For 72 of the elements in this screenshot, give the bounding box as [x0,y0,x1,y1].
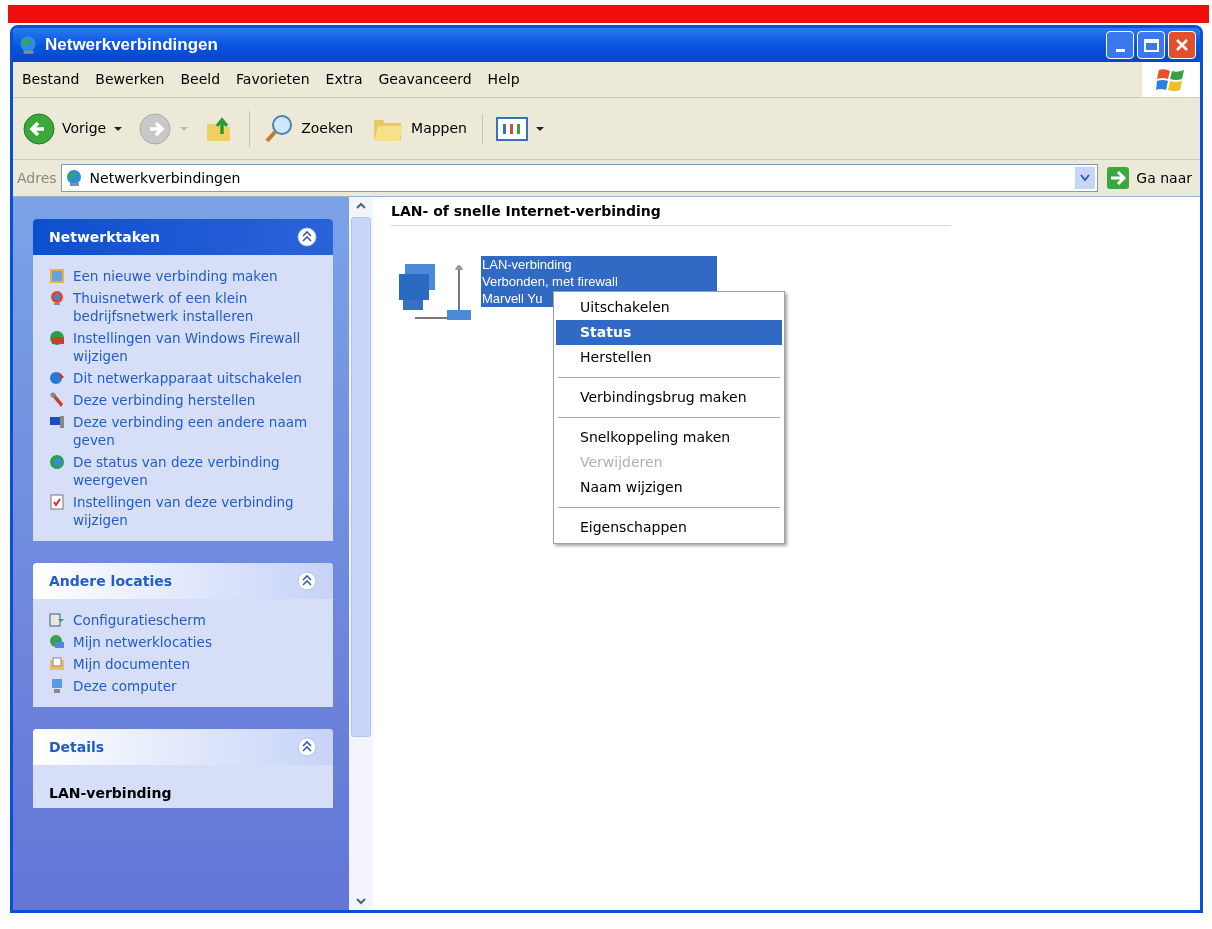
menu-item[interactable]: Beeld [173,69,228,90]
panel-header[interactable]: Netwerktaken [33,219,333,255]
context-menu-item[interactable]: Herstellen [556,345,782,370]
task-link[interactable]: Thuisnetwerk of een klein bedrijfsnetwerk installeren [73,289,317,325]
task-link[interactable]: Instellingen van deze verbinding wijzigen [73,493,317,529]
address-value: Netwerkverbindingen [89,168,241,188]
network-device-icon [49,370,65,386]
panel-header[interactable]: Details [33,729,333,765]
connection-text: Marvell Yu [482,290,543,307]
document-check-icon [49,494,65,510]
context-menu-item[interactable]: Eigenschappen [556,515,782,540]
group-heading: LAN- of snelle Internet-verbinding [391,201,951,226]
globe-icon [49,454,65,470]
menu-item[interactable]: Favorieten [229,69,317,90]
context-menu-item[interactable]: Snelkoppeling maken [556,425,782,450]
maximize-button[interactable] [1137,31,1165,59]
folders-button[interactable]: Mappen [368,111,470,146]
address-field[interactable]: Netwerkverbindingen [60,164,1099,192]
context-menu-item[interactable]: Naam wijzigen [556,475,782,500]
task-link[interactable]: Mijn documenten [73,655,190,673]
connection-text: LAN-verbinding [482,256,572,273]
task-link[interactable]: Dit netwerkapparaat uitschakelen [73,369,302,387]
menu-item[interactable]: Bestand [15,69,87,90]
close-button[interactable] [1168,31,1196,59]
context-menu-item[interactable]: Verbindingsbrug maken [556,385,782,410]
connection-text: Verbonden, met firewall [482,273,618,290]
views-icon [496,115,528,142]
monitor-icon [49,414,65,430]
panel-title: Andere locaties [49,571,173,591]
task-link[interactable]: De status van deze verbinding weergeven [73,453,317,489]
menu-item[interactable]: Extra [318,69,370,90]
chevron-down-icon [1080,174,1091,182]
task-link[interactable]: Mijn netwerklocaties [73,633,212,651]
computer-icon [49,678,65,694]
scroll-thumb[interactable] [351,217,371,737]
window-title: Netwerkverbindingen [45,34,218,57]
task-link[interactable]: Instellingen van Windows Firewall wijzigen [73,329,317,365]
scrollbar[interactable] [349,197,373,910]
panel-title: Details [49,737,105,757]
menu-item[interactable]: Geavanceerd [371,69,479,90]
context-menu-item[interactable]: Status [556,320,782,345]
search-button[interactable]: Zoeken [260,110,357,147]
task-link[interactable]: Deze verbinding een andere naam geven [73,413,317,449]
go-button[interactable]: Ga naar [1102,166,1196,190]
task-link[interactable]: Deze verbinding herstellen [73,391,256,409]
collapse-icon[interactable] [297,571,317,591]
details-name: LAN-verbinding [49,784,173,803]
dropdown-button[interactable] [1075,167,1096,189]
address-label: Adres [17,168,57,188]
menu-item[interactable]: Help [480,69,527,90]
control-panel-icon [49,612,65,628]
panel-header[interactable]: Andere locaties [33,563,333,599]
maximize-icon [1143,38,1159,52]
menu-item[interactable]: Bewerken [88,69,172,90]
close-icon [1175,38,1189,52]
minimize-button[interactable] [1106,31,1134,59]
network-icon [17,34,39,56]
firewall-icon [49,330,65,346]
windows-flag-icon [1156,66,1186,93]
collapse-icon[interactable] [297,227,317,247]
connection-wizard-icon [49,268,65,284]
home-network-icon [49,290,65,306]
back-button[interactable]: Vorige [19,109,110,148]
network-places-icon [49,634,65,650]
panel-title: Netwerktaken [49,227,161,247]
collapse-icon[interactable] [297,737,317,757]
task-link[interactable]: Configuratiescherm [73,611,206,629]
minimize-icon [1115,49,1125,52]
task-link[interactable]: Een nieuwe verbinding maken [73,267,278,285]
wrench-icon [49,392,65,408]
documents-folder-icon [49,656,65,672]
task-link[interactable]: Deze computer [73,677,177,695]
